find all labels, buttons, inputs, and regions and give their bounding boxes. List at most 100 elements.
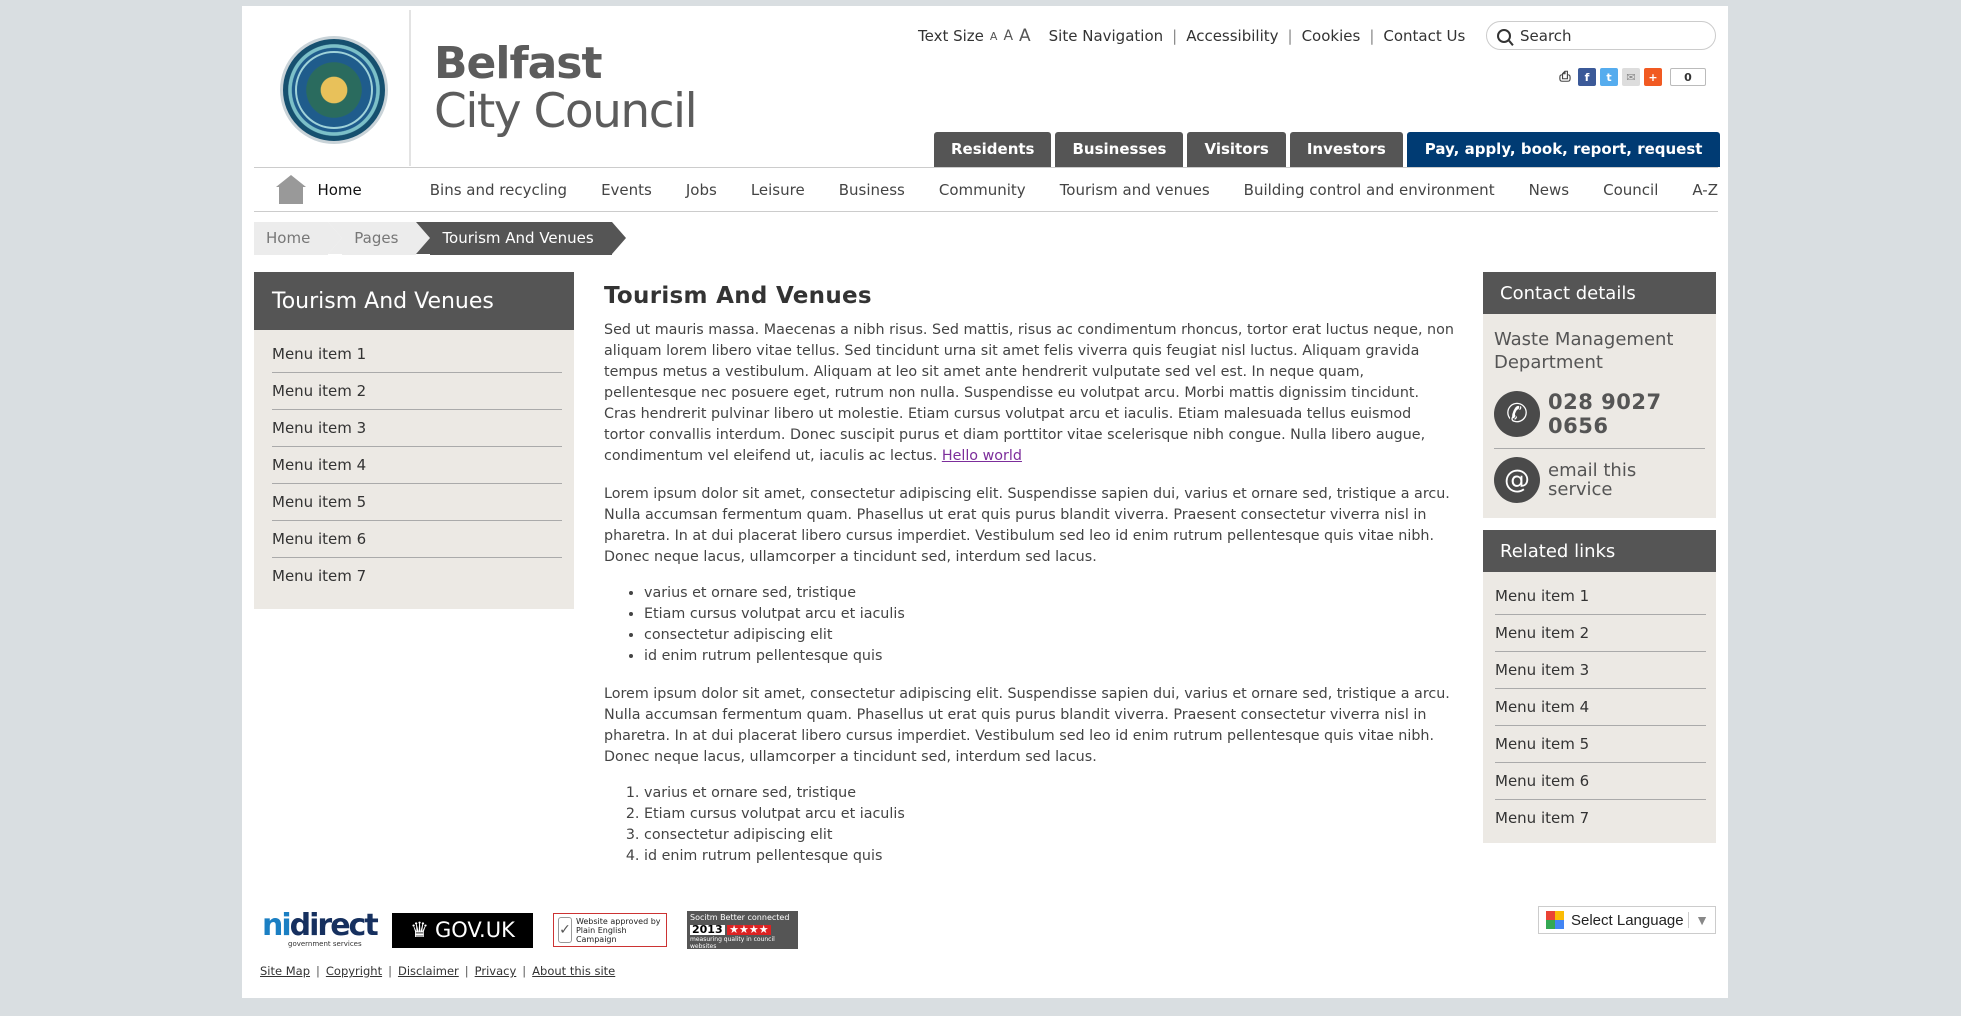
nav-a-z[interactable]: A-Z <box>1692 181 1718 199</box>
at-sign-icon: @ <box>1494 457 1540 503</box>
tab-residents[interactable]: Residents <box>934 132 1052 167</box>
section-menu-item[interactable]: Menu item 3 <box>272 410 562 447</box>
paragraph-3: Lorem ipsum dolor sit amet, consectetur … <box>604 686 1450 765</box>
contact-details-box: Contact details Waste Management Departm… <box>1483 272 1716 518</box>
section-menu-item[interactable]: Menu item 1 <box>272 336 562 373</box>
page-title: Tourism And Venues <box>604 283 872 309</box>
separator: | <box>316 964 320 978</box>
related-link-item[interactable]: Menu item 5 <box>1495 726 1706 763</box>
related-link-item[interactable]: Menu item 4 <box>1495 689 1706 726</box>
stars-icon: ★★★★ <box>727 923 771 936</box>
email-row[interactable]: @ email this service <box>1494 457 1705 503</box>
nav-home[interactable]: Home <box>317 181 361 199</box>
footer-logos: nidirect government services ♛ GOV.UK ✓ … <box>262 911 798 950</box>
share-bar: ⎙ f t ✉ + 0 <box>1556 68 1706 86</box>
section-menu-item[interactable]: Menu item 5 <box>272 484 562 521</box>
nav-bins-recycling[interactable]: Bins and recycling <box>430 181 567 199</box>
chevron-down-icon: ▼ <box>1688 912 1715 928</box>
gov-uk-logo[interactable]: ♛ GOV.UK <box>392 912 533 948</box>
numbered-list: varius et ornare sed, tristique Etiam cu… <box>644 783 1454 867</box>
addthis-plus-icon[interactable]: + <box>1644 68 1662 86</box>
contact-us-link[interactable]: Contact Us <box>1383 27 1465 45</box>
footer-link-site-map[interactable]: Site Map <box>260 964 310 978</box>
nav-leisure[interactable]: Leisure <box>751 181 805 199</box>
separator: | <box>388 964 392 978</box>
footer-link-privacy[interactable]: Privacy <box>475 964 517 978</box>
home-icon[interactable] <box>276 174 307 205</box>
department-name: Waste Management Department <box>1494 329 1674 373</box>
separator: | <box>464 964 469 978</box>
nav-building-control[interactable]: Building control and environment <box>1244 181 1495 199</box>
google-translate-icon <box>1546 911 1564 929</box>
related-link-item[interactable]: Menu item 1 <box>1495 578 1706 615</box>
share-count: 0 <box>1670 68 1706 86</box>
section-menu-title: Tourism And Venues <box>254 272 574 330</box>
text-size-large[interactable]: A <box>1019 26 1031 46</box>
nav-tourism-venues[interactable]: Tourism and venues <box>1060 181 1210 199</box>
email-icon[interactable]: ✉ <box>1622 68 1640 86</box>
list-item: Etiam cursus volutpat arcu et iaculis <box>644 604 1454 625</box>
logo-divider <box>409 10 411 166</box>
section-menu: Tourism And Venues Menu item 1 Menu item… <box>254 272 574 609</box>
accessibility-link[interactable]: Accessibility <box>1186 27 1278 45</box>
section-menu-item[interactable]: Menu item 7 <box>272 558 562 595</box>
contact-details-title: Contact details <box>1483 272 1716 314</box>
tab-investors[interactable]: Investors <box>1289 132 1403 167</box>
list-item: consectetur adipiscing elit <box>644 825 1454 846</box>
paragraph-2: Lorem ipsum dolor sit amet, consectetur … <box>604 486 1450 565</box>
site-logo-text[interactable]: Belfast City Council <box>434 42 698 136</box>
socitm-badge[interactable]: Socitm Better connected 2013 ★★★★ measur… <box>687 911 798 950</box>
footer-link-copyright[interactable]: Copyright <box>326 964 382 978</box>
footer-link-about[interactable]: About this site <box>532 964 615 978</box>
language-select[interactable]: Select Language ▼ <box>1538 906 1716 934</box>
list-item: Etiam cursus volutpat arcu et iaculis <box>644 804 1454 825</box>
search-icon <box>1497 28 1511 43</box>
section-menu-item[interactable]: Menu item 6 <box>272 521 562 558</box>
nav-jobs[interactable]: Jobs <box>686 181 717 199</box>
related-link-item[interactable]: Menu item 3 <box>1495 652 1706 689</box>
utility-bar: Text Size A A A Site Navigation | Access… <box>918 26 1465 46</box>
nav-business[interactable]: Business <box>839 181 905 199</box>
related-link-item[interactable]: Menu item 2 <box>1495 615 1706 652</box>
phone-row: ✆ 028 9027 0656 <box>1494 390 1705 449</box>
main-navigation: Home Bins and recycling Events Jobs Leis… <box>254 168 1718 212</box>
related-links-box: Related links Menu item 1 Menu item 2 Me… <box>1483 530 1716 843</box>
related-links-title: Related links <box>1483 530 1716 572</box>
site-navigation-link[interactable]: Site Navigation <box>1049 27 1163 45</box>
cookies-link[interactable]: Cookies <box>1302 27 1361 45</box>
breadcrumb-current: Tourism And Venues <box>416 222 627 255</box>
hello-world-link[interactable]: Hello world <box>942 448 1022 464</box>
breadcrumb-home[interactable]: Home <box>254 222 343 255</box>
related-link-item[interactable]: Menu item 6 <box>1495 763 1706 800</box>
print-icon[interactable]: ⎙ <box>1556 68 1574 86</box>
check-icon: ✓ <box>558 917 572 943</box>
separator: | <box>1369 27 1375 45</box>
footer-links: Site Map | Copyright | Disclaimer | Priv… <box>260 964 615 978</box>
breadcrumb: Home Pages Tourism And Venues <box>254 222 627 255</box>
twitter-icon[interactable]: t <box>1600 68 1618 86</box>
nav-events[interactable]: Events <box>601 181 652 199</box>
plain-english-badge[interactable]: ✓ Website approved by Plain English Camp… <box>553 913 667 947</box>
facebook-icon[interactable]: f <box>1578 68 1596 86</box>
text-size-small[interactable]: A <box>990 30 998 43</box>
nav-council[interactable]: Council <box>1603 181 1658 199</box>
council-crest-logo[interactable] <box>280 36 388 144</box>
breadcrumb-pages[interactable]: Pages <box>328 222 431 255</box>
section-menu-item[interactable]: Menu item 2 <box>272 373 562 410</box>
tab-visitors[interactable]: Visitors <box>1187 132 1286 167</box>
nav-news[interactable]: News <box>1529 181 1570 199</box>
phone-number[interactable]: 028 9027 0656 <box>1548 390 1705 438</box>
nidirect-logo[interactable]: nidirect government services <box>262 911 379 949</box>
page: Belfast City Council Text Size A A A Sit… <box>242 6 1728 998</box>
search-input[interactable]: Search <box>1486 21 1716 50</box>
text-size-label: Text Size <box>918 27 984 45</box>
section-menu-item[interactable]: Menu item 4 <box>272 447 562 484</box>
nav-community[interactable]: Community <box>939 181 1026 199</box>
related-link-item[interactable]: Menu item 7 <box>1495 800 1706 837</box>
text-size-medium[interactable]: A <box>1003 28 1013 44</box>
tab-businesses[interactable]: Businesses <box>1055 132 1184 167</box>
footer-link-disclaimer[interactable]: Disclaimer <box>398 964 459 978</box>
email-service-link[interactable]: email this service <box>1548 461 1705 499</box>
main-content: Tourism And Venues Sed ut mauris massa. … <box>604 283 1454 884</box>
tab-pay-apply-book[interactable]: Pay, apply, book, report, request <box>1406 132 1721 167</box>
